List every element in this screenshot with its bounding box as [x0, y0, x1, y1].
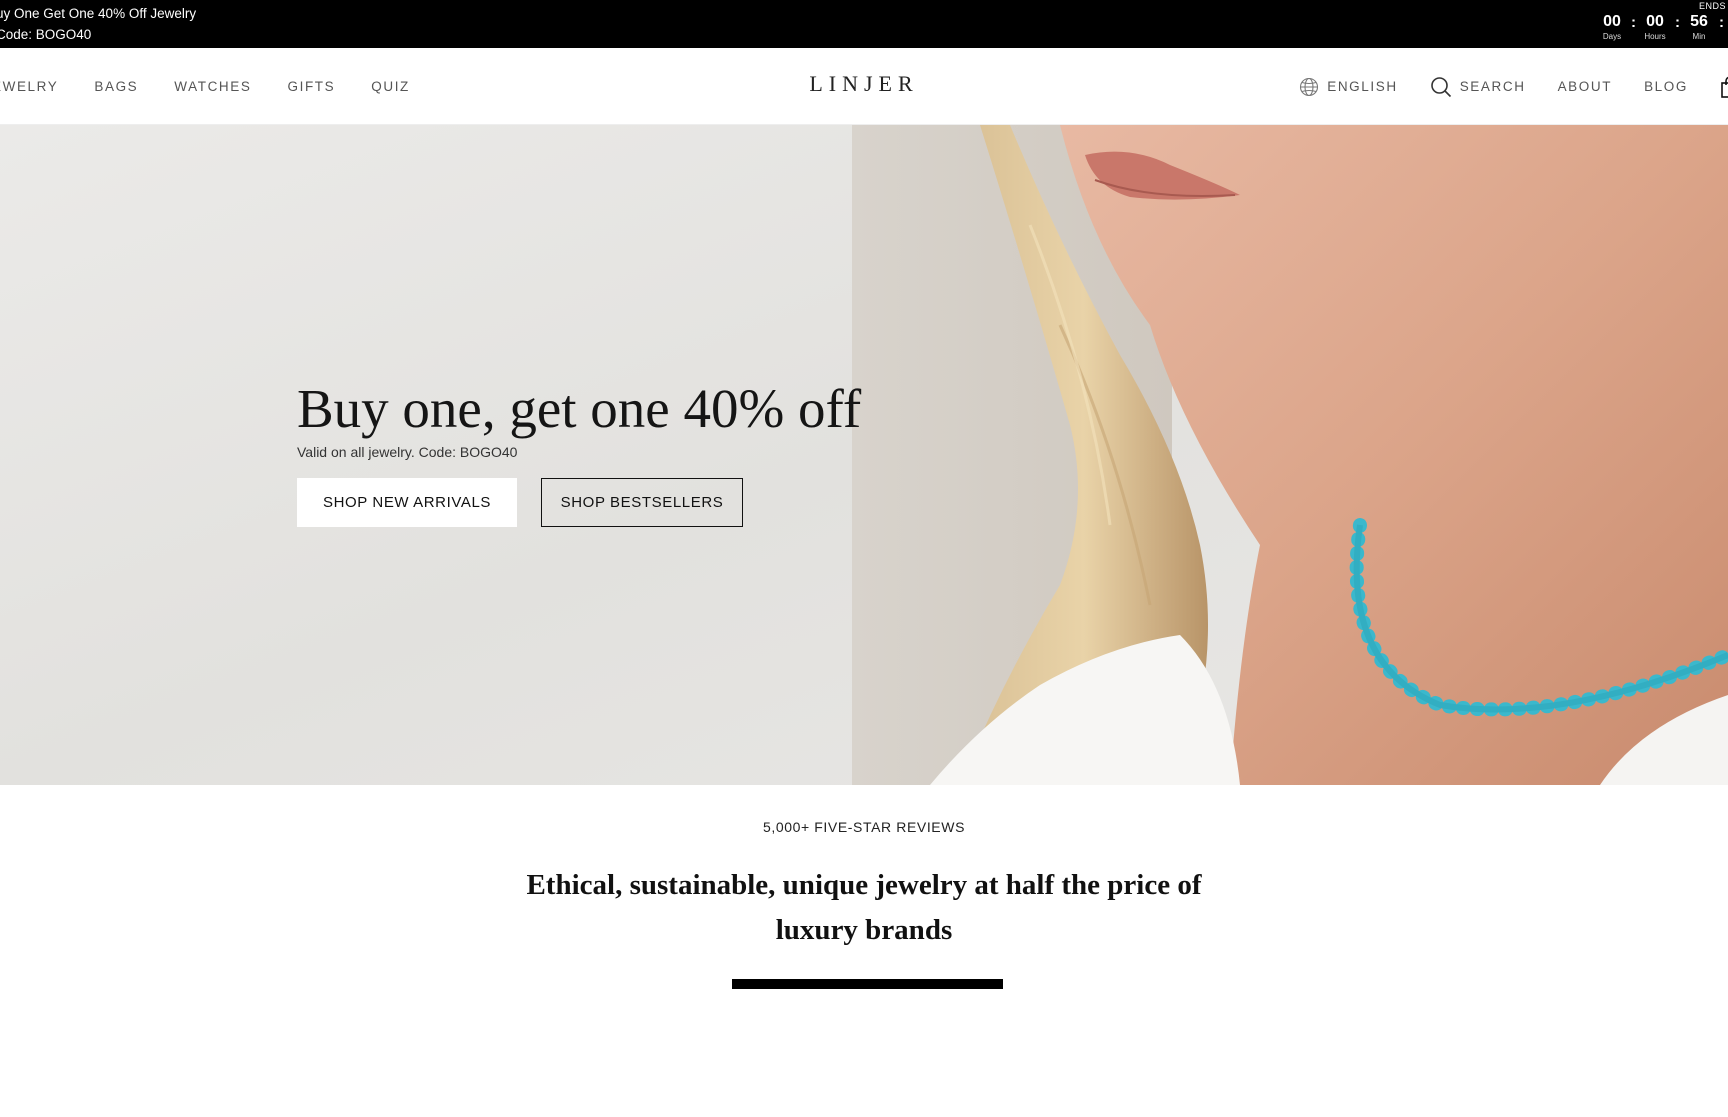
countdown-minutes-label: Min — [1692, 32, 1706, 41]
hero-banner: Buy one, get one 40% off Valid on all je… — [0, 125, 1728, 785]
brand-tagline: Ethical, sustainable, unique jewelry at … — [526, 869, 1202, 946]
search-icon — [1430, 76, 1452, 98]
countdown-days-value: 00 — [1603, 13, 1621, 30]
shop-new-arrivals-button[interactable]: SHOP NEW ARRIVALS — [297, 478, 517, 527]
countdown-minutes-value: 56 — [1690, 13, 1708, 30]
hero-title: Buy one, get one 40% off — [297, 378, 862, 439]
countdown-hours-label: Hours — [1644, 32, 1666, 41]
decorative-divider — [732, 979, 1003, 989]
hero-content: Buy one, get one 40% off Valid on all je… — [297, 379, 861, 527]
countdown-ends-label: ENDS — [1698, 1, 1726, 11]
reviews-count-label: 5,000+ FIVE-STAR REVIEWS — [762, 819, 966, 835]
language-selector[interactable]: ENGLISH — [1299, 77, 1397, 97]
shopping-bag-icon — [1720, 76, 1728, 98]
countdown-hours-value: 00 — [1646, 13, 1664, 30]
countdown-separator: : — [1631, 14, 1636, 31]
promo-line-1: uy One Get One 40% Off Jewelry — [0, 6, 197, 21]
globe-icon — [1299, 77, 1319, 97]
reviews-section: 5,000+ FIVE-STAR REVIEWS Ethical, sustai… — [0, 785, 1728, 1117]
countdown-separator: : — [1719, 14, 1724, 31]
nav-blog[interactable]: BLOG — [1644, 79, 1688, 94]
countdown-separator: : — [1675, 14, 1680, 31]
hero-subtitle: Valid on all jewelry. Code: BOGO40 — [297, 444, 518, 460]
promo-line-2: Code: BOGO40 — [0, 27, 92, 42]
secondary-nav: ENGLISH SEARCH ABOUT BLOG — [1299, 48, 1728, 125]
hero-buttons: SHOP NEW ARRIVALS SHOP BESTSELLERS — [297, 478, 861, 527]
hero-image — [0, 125, 1728, 785]
countdown-timer: ENDS 00 Days : 00 Hours : 56 Min : — [1598, 0, 1728, 48]
search-label: SEARCH — [1459, 79, 1526, 94]
countdown-days: 00 Days — [1595, 12, 1629, 42]
countdown-minutes: 56 Min — [1682, 12, 1716, 42]
shop-bestsellers-button[interactable]: SHOP BESTSELLERS — [541, 478, 743, 527]
logo-link[interactable]: LINJER — [809, 71, 918, 96]
site-header: EWELRY BAGS WATCHES GIFTS QUIZ LINJER EN… — [0, 48, 1728, 125]
cart-button[interactable] — [1720, 76, 1728, 98]
search-button[interactable]: SEARCH — [1430, 76, 1526, 98]
countdown-hours: 00 Hours — [1638, 12, 1672, 42]
countdown-days-label: Days — [1602, 32, 1622, 41]
nav-about[interactable]: ABOUT — [1558, 79, 1613, 94]
promo-text[interactable]: uy One Get One 40% Off Jewelry Code: BOG… — [0, 3, 196, 45]
announcement-bar: uy One Get One 40% Off Jewelry Code: BOG… — [0, 0, 1728, 48]
language-label: ENGLISH — [1327, 79, 1398, 94]
